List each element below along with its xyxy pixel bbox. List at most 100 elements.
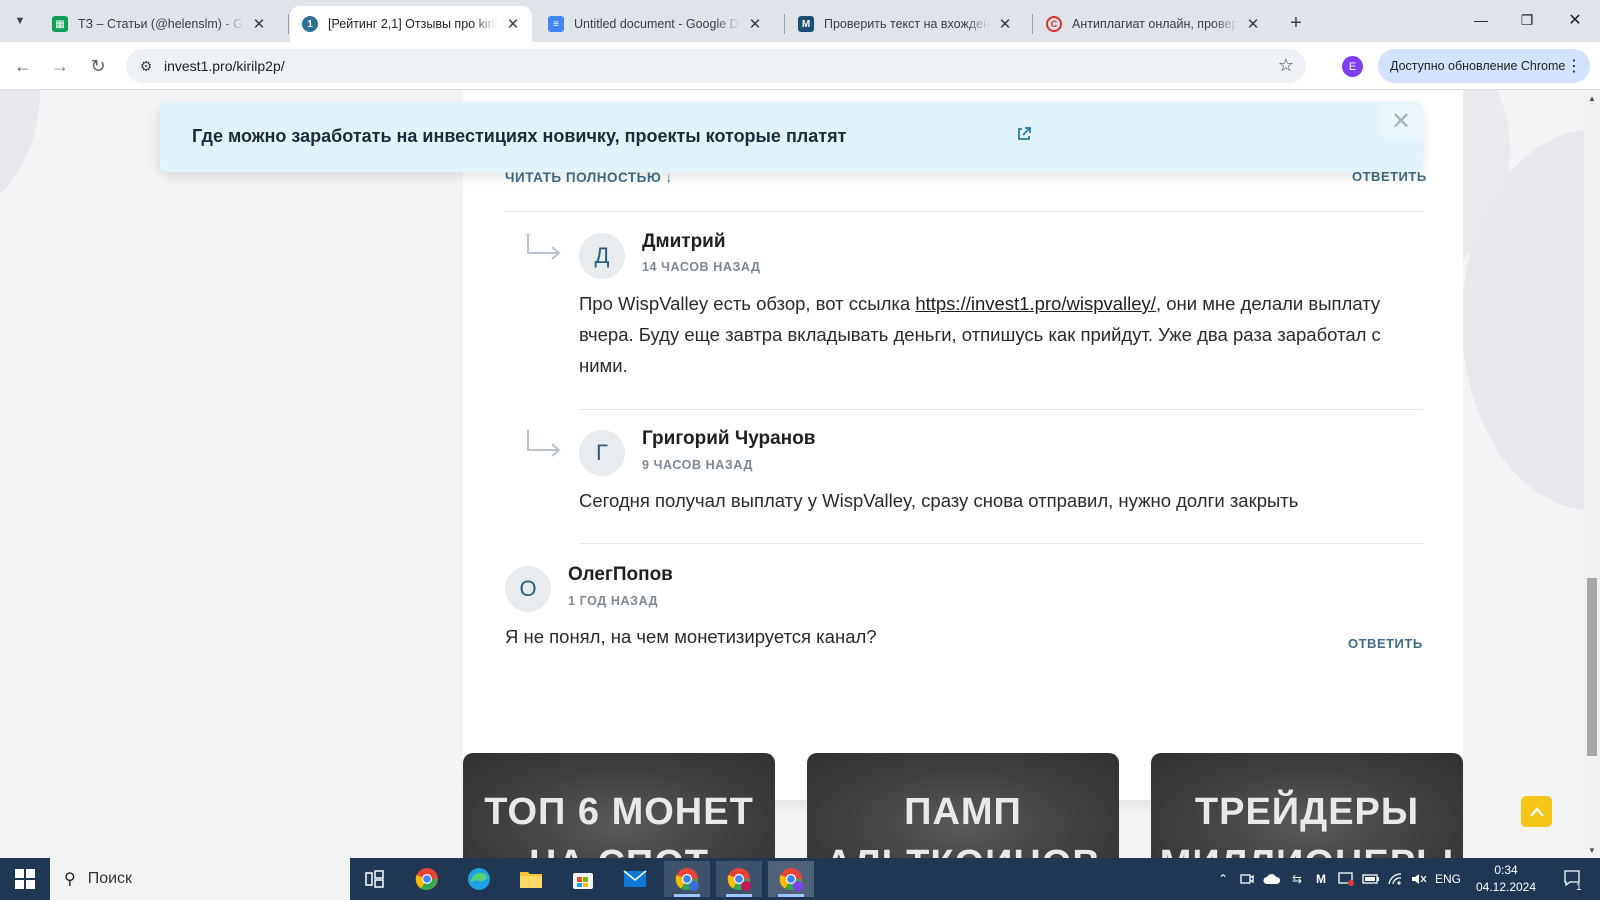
active-indicator [778,894,804,897]
related-post-title: АЛЬТКОИНОВ [807,843,1119,858]
reply-button[interactable]: ОТВЕТИТЬ [1348,636,1423,651]
comment-text: Я не понял, на чем монетизируется канал? [505,626,877,647]
chevron-up-icon [1529,806,1544,817]
related-post-title: НА СПОТ [463,843,775,858]
language-indicator[interactable]: ENG [1432,858,1464,900]
search-icon: ⚲ [64,871,76,888]
gmail-tray-icon[interactable]: M [1310,858,1332,900]
system-clock[interactable]: 0:34 04.12.2024 [1468,862,1544,896]
clock-time: 0:34 [1494,863,1518,877]
related-post-card[interactable]: ТОП 6 МОНЕТ НА СПОТ [463,753,775,858]
new-tab-button[interactable]: + [1282,9,1310,37]
comment-date: 1 ГОД НАЗАД [568,594,659,608]
mail-app-icon[interactable] [612,861,658,897]
chrome-profile-h-icon[interactable] [664,861,710,897]
taskbar-search[interactable]: ⚲ Поиск [50,858,350,900]
battery-icon[interactable] [1360,858,1382,900]
comment-text-part: Про WispValley есть обзор, вот ссылка [579,293,916,314]
avatar: Д [579,233,625,279]
close-tab-icon[interactable]: ✕ [250,15,268,33]
edge-app-icon[interactable] [456,861,502,897]
store-app-icon[interactable] [560,861,606,897]
close-tab-icon[interactable]: ✕ [996,15,1014,33]
browser-tab-strip: ▼ ▦ ТЗ – Статьи (@helenslm) - Google Таб… [0,0,1600,42]
chrome-app-icon[interactable] [404,861,450,897]
address-bar[interactable]: ⚙ invest1.pro/kirilp2p/ ☆ [126,49,1306,83]
chrome-update-button[interactable]: Доступно обновление Chrome ⋮ [1378,49,1590,83]
tab-active[interactable]: 1 [Рейтинг 2,1] Отзывы про kirilp2p ✕ [290,6,532,42]
comment-author: ОлегПопов [568,564,673,585]
tab-separator [288,14,289,34]
tab-title: Проверить текст на вхождение ключей [824,17,990,31]
avatar: О [505,566,551,612]
chrome-profile-n-icon[interactable] [716,861,762,897]
related-post-card[interactable]: ТРЕЙДЕРЫ МИЛЛИОНЕРЫ [1151,753,1463,858]
notification-center-icon[interactable]: 1 [1556,858,1592,900]
scroll-down-icon[interactable]: ▼ [1584,842,1600,858]
related-post-title: ТРЕЙДЕРЫ [1194,791,1420,833]
tab-search-icon[interactable]: ▼ [8,9,32,33]
volume-muted-icon[interactable] [1408,858,1430,900]
scrollbar-thumb[interactable] [1587,578,1597,756]
more-menu-icon[interactable]: ⋮ [1566,56,1582,76]
tab-title: Антиплагиат онлайн, проверка текста [1072,17,1238,31]
file-explorer-icon[interactable] [508,861,554,897]
close-tab-icon[interactable]: ✕ [1244,15,1262,33]
copyright-icon: C [1046,16,1062,32]
sheets-icon: ▦ [52,16,68,32]
windows-taskbar: ⚲ Поиск ⌃ ⇆ M ENG 0:34 04.12.2024 1 [0,858,1600,900]
tab-antiplagiat[interactable]: C Антиплагиат онлайн, проверка текста ✕ [1034,6,1272,42]
back-button[interactable]: ← [9,52,37,80]
tab-keywords[interactable]: M Проверить текст на вхождение ключей ✕ [786,6,1024,42]
banner-text[interactable]: Где можно заработать на инвестициях нови… [192,126,846,147]
meet-now-icon[interactable] [1236,858,1258,900]
promo-banner[interactable]: Где можно заработать на инвестициях нови… [160,102,1422,172]
comment-text: Про WispValley есть обзор, вот ссылка ht… [579,288,1399,381]
task-view-icon[interactable] [352,861,398,897]
site-settings-icon[interactable]: ⚙ [134,54,158,78]
url-text[interactable]: invest1.pro/kirilp2p/ [164,58,285,74]
tab-docs[interactable]: ≡ Untitled document - Google Docs ✕ [536,6,774,42]
scroll-up-icon[interactable]: ▲ [1584,90,1600,106]
background-decoration [0,90,40,220]
scroll-to-top-button[interactable] [1521,796,1552,827]
close-window-button[interactable]: ✕ [1552,0,1598,40]
reply-arrow-icon [527,430,561,457]
read-more-link[interactable]: ЧИТАТЬ ПОЛНОСТЬЮ ↓ [505,170,673,185]
close-tab-icon[interactable]: ✕ [746,15,764,33]
review-link[interactable]: https://invest1.pro/wispvalley/ [915,293,1156,314]
windows-logo-icon [15,869,35,889]
close-icon[interactable]: ✕ [1380,104,1422,138]
bookmark-star-icon[interactable]: ☆ [1278,55,1294,76]
chrome-profile-e-icon[interactable] [768,861,814,897]
page-scrollbar[interactable]: ▲ ▼ [1584,90,1600,858]
restore-button[interactable]: ❐ [1504,0,1550,40]
security-alert-icon[interactable] [1334,858,1358,900]
comment-divider [505,211,1423,212]
comment-text: Сегодня получал выплату у WispValley, ср… [579,490,1299,511]
page-viewport: ЧИТАТЬ ПОЛНОСТЬЮ ↓ ОТВЕТИТЬ Д Дмитрий 14… [0,90,1584,858]
docs-icon: ≡ [548,16,564,32]
comment-divider [579,543,1423,544]
avatar: Г [579,430,625,476]
reload-button[interactable]: ↻ [84,52,112,80]
start-button[interactable] [0,858,50,900]
search-placeholder: Поиск [87,870,133,887]
related-post-title: ПАМП [904,791,1022,833]
comment-date: 14 ЧАСОВ НАЗАД [642,260,761,274]
forward-button[interactable]: → [46,52,74,80]
related-post-card[interactable]: ПАМП АЛЬТКОИНОВ [807,753,1119,858]
tab-separator [1032,14,1033,34]
onedrive-icon[interactable] [1260,858,1284,900]
profile-avatar[interactable]: E [1342,56,1363,77]
notification-count: 1 [1576,882,1582,893]
tab-sheets[interactable]: ▦ ТЗ – Статьи (@helenslm) - Google Табли… [40,6,278,42]
update-label: Доступно обновление Chrome [1390,59,1566,73]
sync-icon[interactable]: ⇆ [1286,858,1308,900]
wifi-icon[interactable] [1384,858,1406,900]
minimize-button[interactable]: — [1458,0,1504,40]
tab-separator [784,14,785,34]
show-hidden-icons-icon[interactable]: ⌃ [1212,858,1234,900]
close-tab-icon[interactable]: ✕ [504,15,522,33]
comment-author: Григорий Чуранов [642,428,816,449]
